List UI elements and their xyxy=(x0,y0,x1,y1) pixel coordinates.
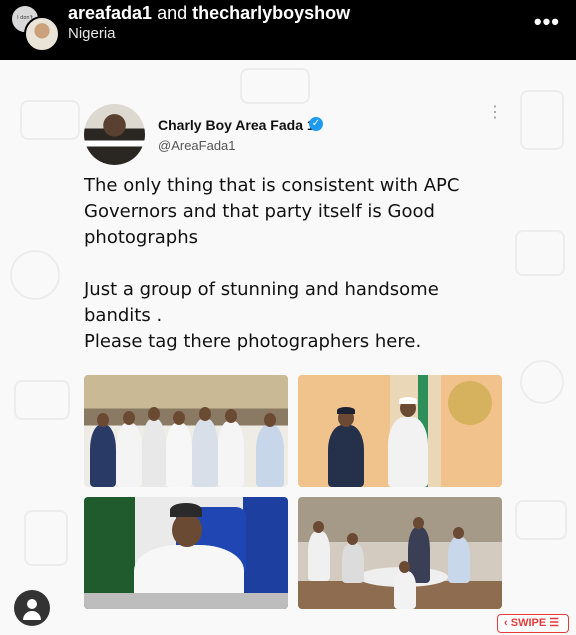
tweet-text-line: photographs xyxy=(84,227,198,248)
swipe-lines-icon: ☰ xyxy=(549,617,560,629)
tweet-text-line: Please tag there photographers here. xyxy=(84,331,422,352)
tweet-photo-greeting xyxy=(298,375,502,487)
background-doodle xyxy=(520,90,564,150)
swipe-arrow-icon: ‹ xyxy=(504,617,508,629)
tweet-author-handle: @AreaFada1 xyxy=(158,138,236,153)
collab-avatars[interactable]: I don't xyxy=(10,4,62,56)
tweet-text: The only thing that is consistent with A… xyxy=(84,173,504,355)
tweet-author-name: Charly Boy Area Fada 1 xyxy=(158,117,315,133)
swipe-button[interactable]: ‹ SWIPE ☰ xyxy=(497,614,569,633)
background-doodle xyxy=(10,250,60,300)
account-link-thecharlyboyshow[interactable]: thecharlyboyshow xyxy=(192,3,350,23)
tweet-photo-desk xyxy=(84,497,288,609)
tweet-text-line: The only thing that is consistent with A… xyxy=(84,175,460,196)
background-doodle xyxy=(515,500,567,540)
tweet-photo-group xyxy=(84,375,288,487)
background-doodle xyxy=(515,230,565,276)
background-doodle xyxy=(24,510,68,566)
tweet-text-line: bandits . xyxy=(84,305,163,326)
background-doodle xyxy=(20,100,80,140)
avatar-thecharlyboyshow[interactable] xyxy=(24,16,60,52)
background-doodle xyxy=(520,360,564,404)
post-header: I don't areafada1 and thecharlyboyshow N… xyxy=(0,0,576,60)
background-doodle xyxy=(240,68,310,104)
verified-badge-icon: ✓ xyxy=(309,117,323,131)
account-link-areafada1[interactable]: areafada1 xyxy=(68,3,152,23)
tweet-author-avatar xyxy=(84,104,145,165)
tweet-photo-meeting xyxy=(298,497,502,609)
accounts-conjunction: and xyxy=(157,3,188,23)
swipe-label: SWIPE xyxy=(510,617,547,629)
tagged-people-icon[interactable] xyxy=(14,590,50,626)
tweet-text-line: Governors and that party itself is Good xyxy=(84,201,435,222)
background-doodle xyxy=(14,380,70,420)
tweet-more-icon: ⋮ xyxy=(487,104,503,121)
post-location[interactable]: Nigeria xyxy=(68,25,116,42)
tweet-text-line: Just a group of stunning and handsome xyxy=(84,279,439,300)
more-options-icon[interactable]: ••• xyxy=(534,9,560,35)
post-accounts: areafada1 and thecharlyboyshow xyxy=(68,3,350,24)
